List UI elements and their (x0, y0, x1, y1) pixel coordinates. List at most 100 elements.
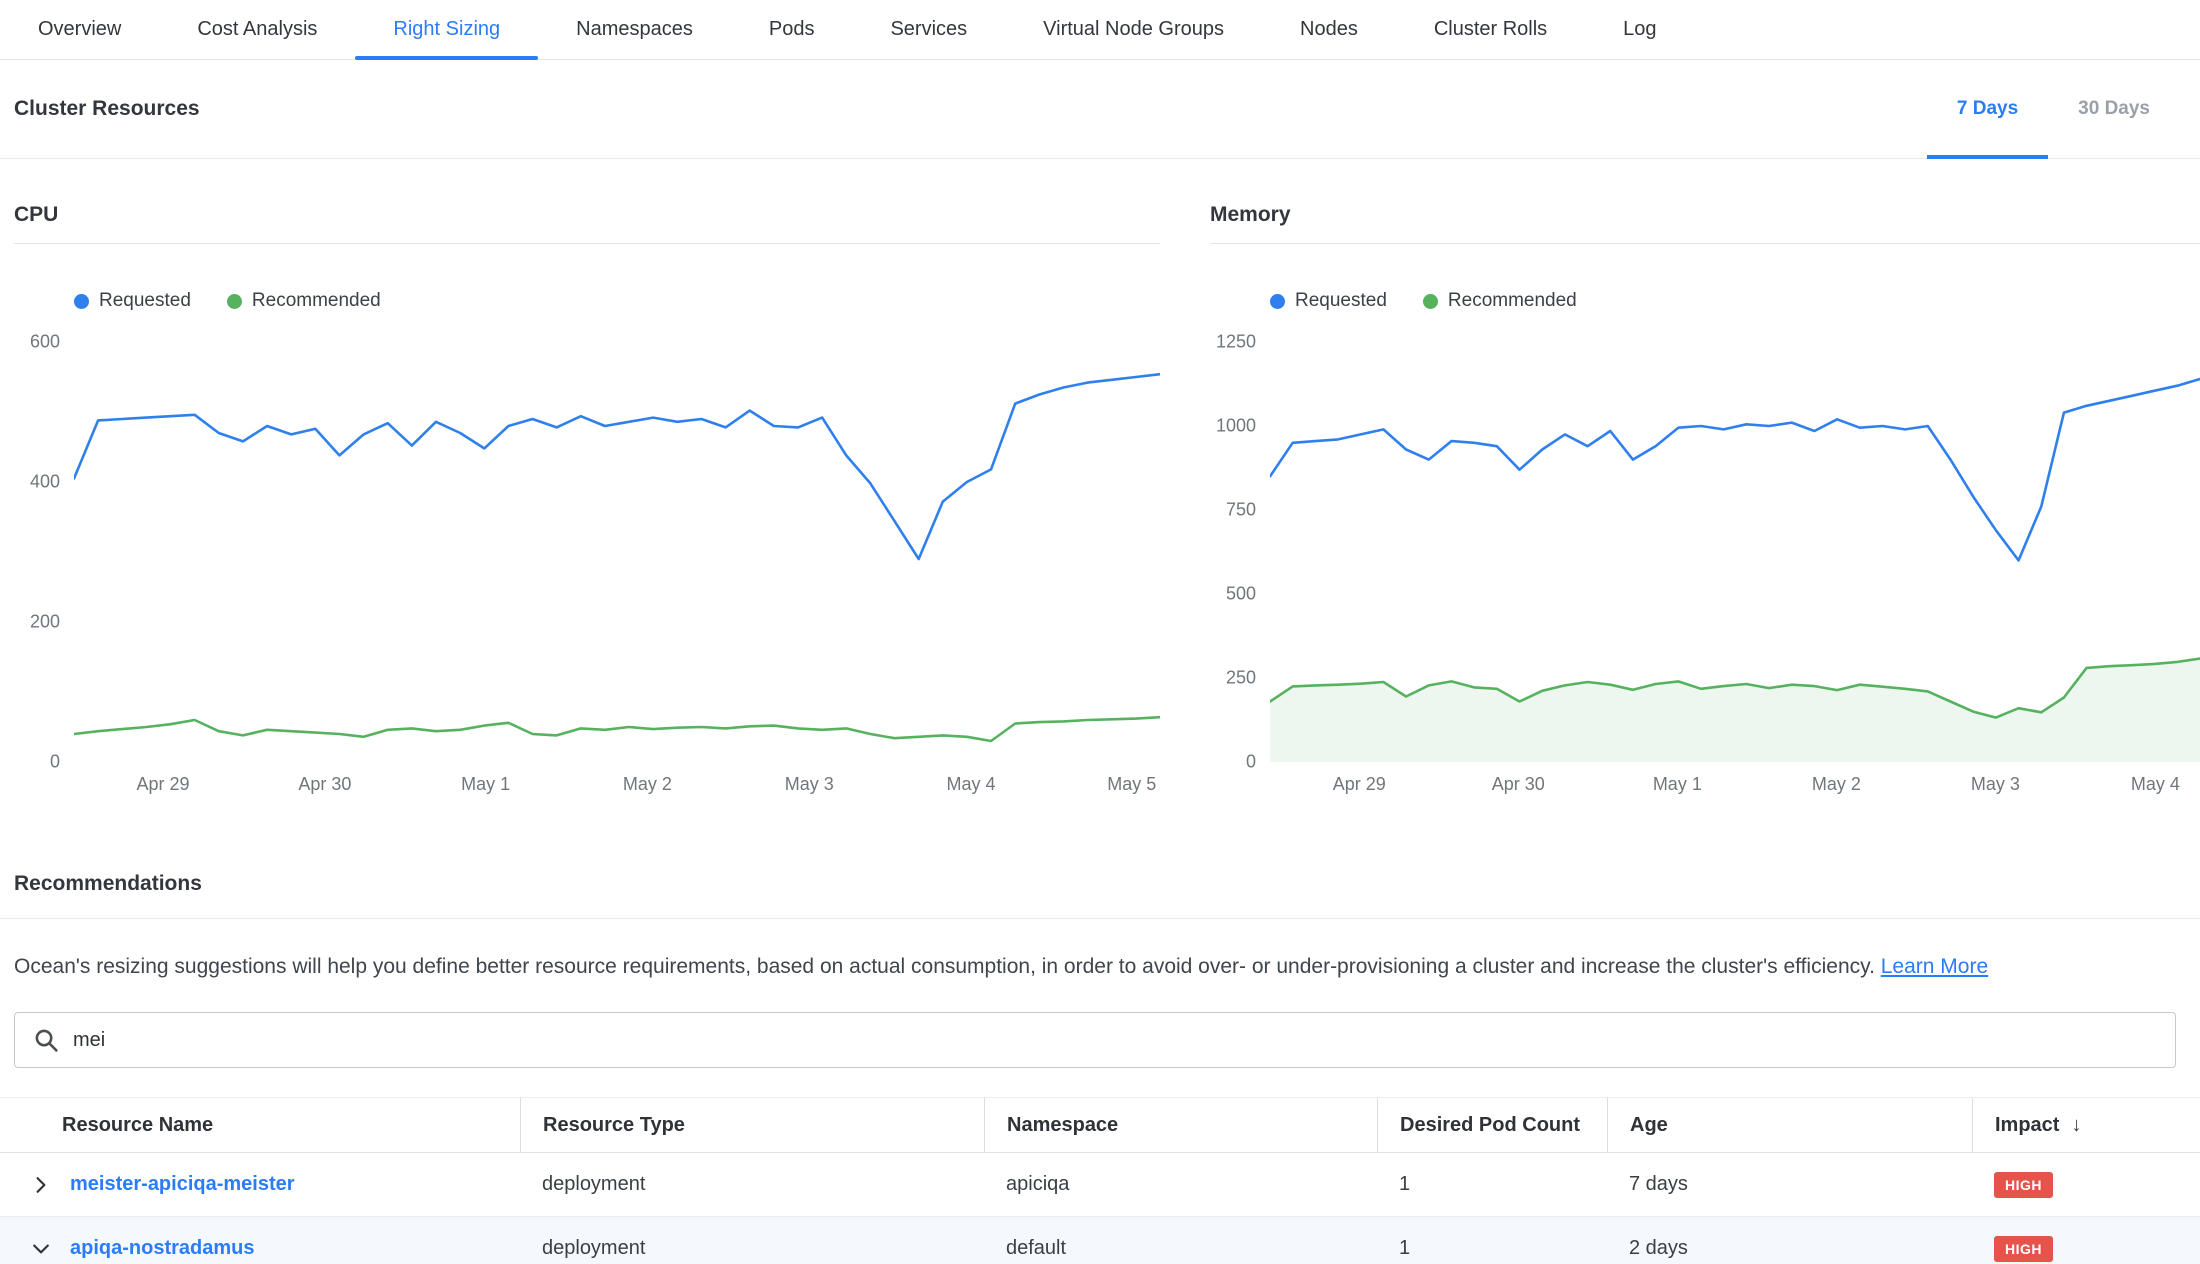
expand-row-button[interactable] (24, 1168, 58, 1202)
recommended-area (1270, 659, 2200, 763)
memory-y-axis: 125010007505002500 (1210, 342, 1270, 762)
col-age[interactable]: Age (1607, 1098, 1972, 1152)
table-row: meister-apiciqa-meister deployment apici… (0, 1153, 2200, 1217)
requested-line (74, 374, 1160, 559)
resource-name-link[interactable]: meister-apiciqa-meister (70, 1173, 295, 1196)
sort-desc-icon[interactable]: ↓ (2071, 1114, 2081, 1137)
memory-chart-title: Memory (1210, 203, 2200, 244)
impact-cell: HIGH (1972, 1172, 2200, 1198)
y-tick-label: 250 (1226, 668, 1256, 689)
impact-badge: HIGH (1994, 1172, 2053, 1198)
requested-dot-icon (1270, 294, 1285, 309)
learn-more-link[interactable]: Learn More (1881, 955, 1988, 978)
y-tick-label: 0 (50, 752, 60, 773)
memory-chart-legend: Requested Recommended (1270, 290, 2200, 312)
table-header: Resource Name Resource Type Namespace De… (0, 1097, 2200, 1153)
cpu-chart-legend: Requested Recommended (74, 290, 1160, 312)
tab-services[interactable]: Services (852, 0, 1005, 59)
recommendations-description-text: Ocean's resizing suggestions will help y… (14, 955, 1875, 978)
x-tick-label: May 2 (623, 774, 672, 795)
col-namespace[interactable]: Namespace (984, 1098, 1377, 1152)
resource-type-cell: deployment (520, 1173, 984, 1196)
y-tick-label: 1000 (1216, 416, 1256, 437)
legend-requested: Requested (1270, 290, 1387, 312)
col-resource-type[interactable]: Resource Type (520, 1098, 984, 1152)
age-cell: 7 days (1607, 1173, 1972, 1196)
search-input[interactable] (73, 1029, 2157, 1052)
legend-recommended: Recommended (227, 290, 381, 312)
collapse-row-button[interactable] (24, 1232, 58, 1264)
pod-count-cell: 1 (1377, 1237, 1607, 1260)
x-tick-label: Apr 30 (1492, 774, 1545, 795)
requested-line (1270, 379, 2200, 560)
search-box (14, 1012, 2176, 1068)
tab-nodes[interactable]: Nodes (1262, 0, 1396, 59)
cluster-resources-header: Cluster Resources 7 Days 30 Days (0, 60, 2200, 159)
range-30-days[interactable]: 30 Days (2048, 60, 2180, 158)
tab-right-sizing[interactable]: Right Sizing (355, 0, 538, 59)
tab-pods[interactable]: Pods (731, 0, 853, 59)
recommended-line (74, 717, 1160, 741)
age-cell: 2 days (1607, 1237, 1972, 1260)
memory-x-axis: Apr 29Apr 30May 1May 2May 3May 4 (1270, 762, 2200, 802)
tab-namespaces[interactable]: Namespaces (538, 0, 731, 59)
table-row: apiqa-nostradamus deployment default 1 2… (0, 1217, 2200, 1264)
charts-row: CPU Requested Recommended 6004002000 Apr… (0, 203, 2200, 802)
legend-recommended: Recommended (1423, 290, 1577, 312)
tab-overview[interactable]: Overview (0, 0, 159, 59)
x-tick-label: May 5 (1107, 774, 1156, 795)
legend-requested: Requested (74, 290, 191, 312)
y-tick-label: 200 (30, 611, 60, 632)
memory-chart: Memory Requested Recommended 1250 1000 750… (1210, 203, 2200, 802)
legend-recommended-label: Recommended (1448, 290, 1577, 312)
cpu-y-axis: 6004002000 (14, 342, 74, 762)
range-toggles: 7 Days 30 Days (1927, 60, 2180, 158)
y-tick-label: 0 (1246, 752, 1256, 773)
y-tick-label: 500 (1226, 584, 1256, 605)
y-tick-label: 1250 (1216, 332, 1256, 353)
col-desired-pod-count[interactable]: Desired Pod Count (1377, 1098, 1607, 1152)
y-tick-label: 400 (30, 471, 60, 492)
tab-cluster-rolls[interactable]: Cluster Rolls (1396, 0, 1585, 59)
x-tick-label: May 1 (1653, 774, 1702, 795)
x-tick-label: May 3 (1971, 774, 2020, 795)
legend-requested-label: Requested (1295, 290, 1387, 312)
legend-requested-label: Requested (99, 290, 191, 312)
cpu-plot-area (74, 342, 1160, 762)
namespace-cell: apiciqa (984, 1173, 1377, 1196)
memory-chart-body: 125010007505002500 (1210, 342, 2200, 762)
memory-plot-area (1270, 342, 2200, 762)
range-7-days[interactable]: 7 Days (1927, 60, 2048, 158)
recommendations-description: Ocean's resizing suggestions will help y… (0, 953, 2200, 981)
cpu-chart: CPU Requested Recommended 6004002000 Apr… (14, 203, 1160, 802)
col-impact[interactable]: Impact ↓ (1972, 1098, 2200, 1152)
col-resource-name[interactable]: Resource Name (0, 1098, 520, 1152)
recommendations-section: Recommendations Ocean's resizing suggest… (0, 872, 2200, 1264)
tab-cost-analysis[interactable]: Cost Analysis (159, 0, 355, 59)
top-nav: Overview Cost Analysis Right Sizing Name… (0, 0, 2200, 60)
x-tick-label: May 4 (947, 774, 996, 795)
x-tick-label: May 3 (785, 774, 834, 795)
x-tick-label: Apr 30 (298, 774, 351, 795)
recommendations-title: Recommendations (0, 872, 2200, 919)
namespace-cell: default (984, 1237, 1377, 1260)
impact-cell: HIGH (1972, 1236, 2200, 1262)
y-tick-label: 750 (1226, 500, 1256, 521)
tab-log[interactable]: Log (1585, 0, 1694, 59)
requested-dot-icon (74, 294, 89, 309)
cluster-resources-title: Cluster Resources (14, 97, 200, 121)
resource-name-link[interactable]: apiqa-nostradamus (70, 1237, 254, 1260)
cpu-chart-body: 6004002000 (14, 342, 1160, 762)
recommended-dot-icon (1423, 294, 1438, 309)
y-tick-label: 600 (30, 332, 60, 353)
chart-canvas (1270, 342, 2200, 762)
x-tick-label: Apr 29 (137, 774, 190, 795)
chart-canvas (74, 342, 1160, 762)
recommendations-table: Resource Name Resource Type Namespace De… (0, 1097, 2200, 1264)
resource-type-cell: deployment (520, 1237, 984, 1260)
tab-virtual-node-groups[interactable]: Virtual Node Groups (1005, 0, 1262, 59)
recommended-dot-icon (227, 294, 242, 309)
pod-count-cell: 1 (1377, 1173, 1607, 1196)
x-tick-label: Apr 29 (1333, 774, 1386, 795)
resource-name-cell: meister-apiciqa-meister (0, 1168, 520, 1202)
